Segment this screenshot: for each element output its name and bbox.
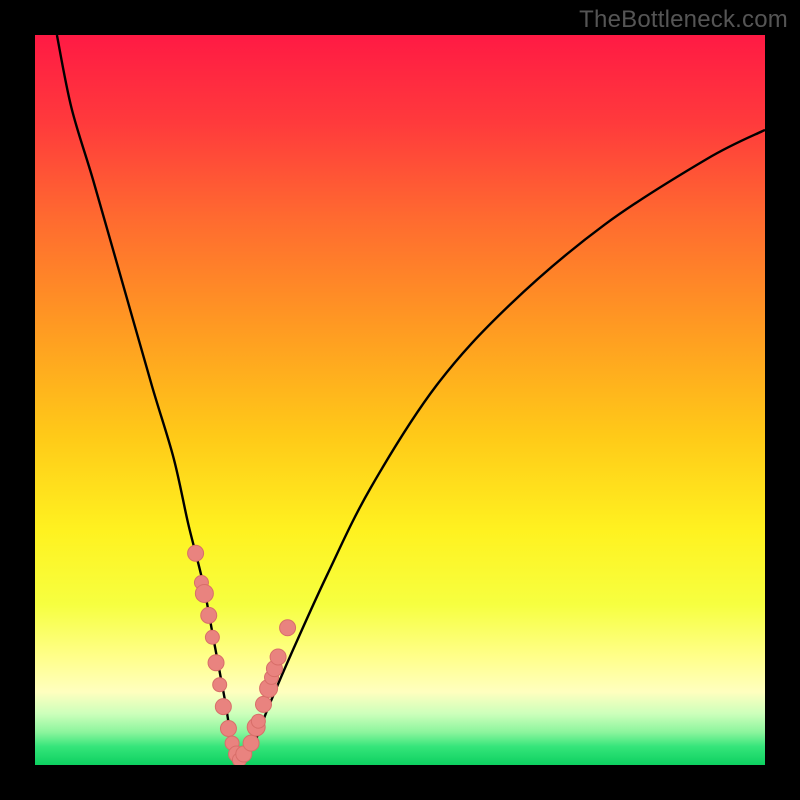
gradient-background (35, 35, 765, 765)
watermark-text: TheBottleneck.com (579, 6, 788, 34)
plot-area (35, 35, 765, 765)
chart-stage: TheBottleneck.com (0, 0, 800, 800)
